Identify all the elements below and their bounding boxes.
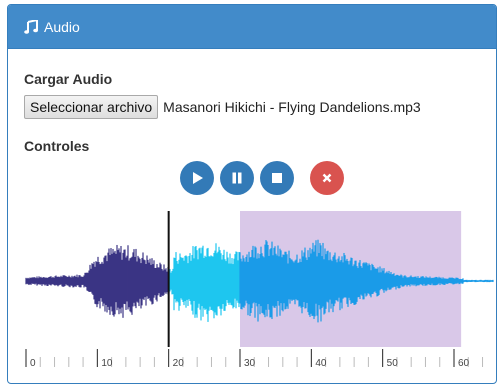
selected-file-name: Masanori Hikichi - Flying Dandelions.mp3 [163, 99, 421, 115]
waveform-view[interactable] [24, 211, 494, 347]
timeline-label: 60 [458, 358, 470, 369]
waveform[interactable] [24, 211, 494, 347]
file-input[interactable]: Seleccionar archivo Masanori Hikichi - F… [24, 95, 421, 119]
timeline-label: 30 [244, 358, 256, 369]
timeline-ruler: 0 10 20 30 40 50 60 [25, 349, 484, 369]
music-note-icon [24, 19, 38, 34]
timeline-label: 50 [387, 358, 399, 369]
timeline-label: 0 [30, 358, 36, 369]
playback-controls [180, 161, 344, 195]
pause-icon [232, 172, 242, 184]
play-icon [193, 172, 203, 184]
timeline-label: 10 [101, 358, 113, 369]
timeline-label: 20 [173, 358, 185, 369]
stop-icon [272, 173, 282, 183]
close-icon [322, 173, 332, 183]
pause-button[interactable] [220, 161, 254, 195]
upload-label: Cargar Audio [24, 71, 113, 87]
choose-file-button[interactable]: Seleccionar archivo [24, 95, 159, 119]
timeline: 0 10 20 30 40 50 60 [24, 345, 494, 375]
stop-button[interactable] [260, 161, 294, 195]
remove-button[interactable] [310, 161, 344, 195]
play-button[interactable] [180, 161, 214, 195]
panel-heading: Audio [8, 5, 496, 49]
panel-title: Audio [44, 18, 80, 35]
timeline-label: 40 [315, 358, 327, 369]
audio-panel: Audio Cargar Audio Seleccionar archivo M… [7, 4, 497, 384]
controls-label: Controles [24, 138, 90, 154]
